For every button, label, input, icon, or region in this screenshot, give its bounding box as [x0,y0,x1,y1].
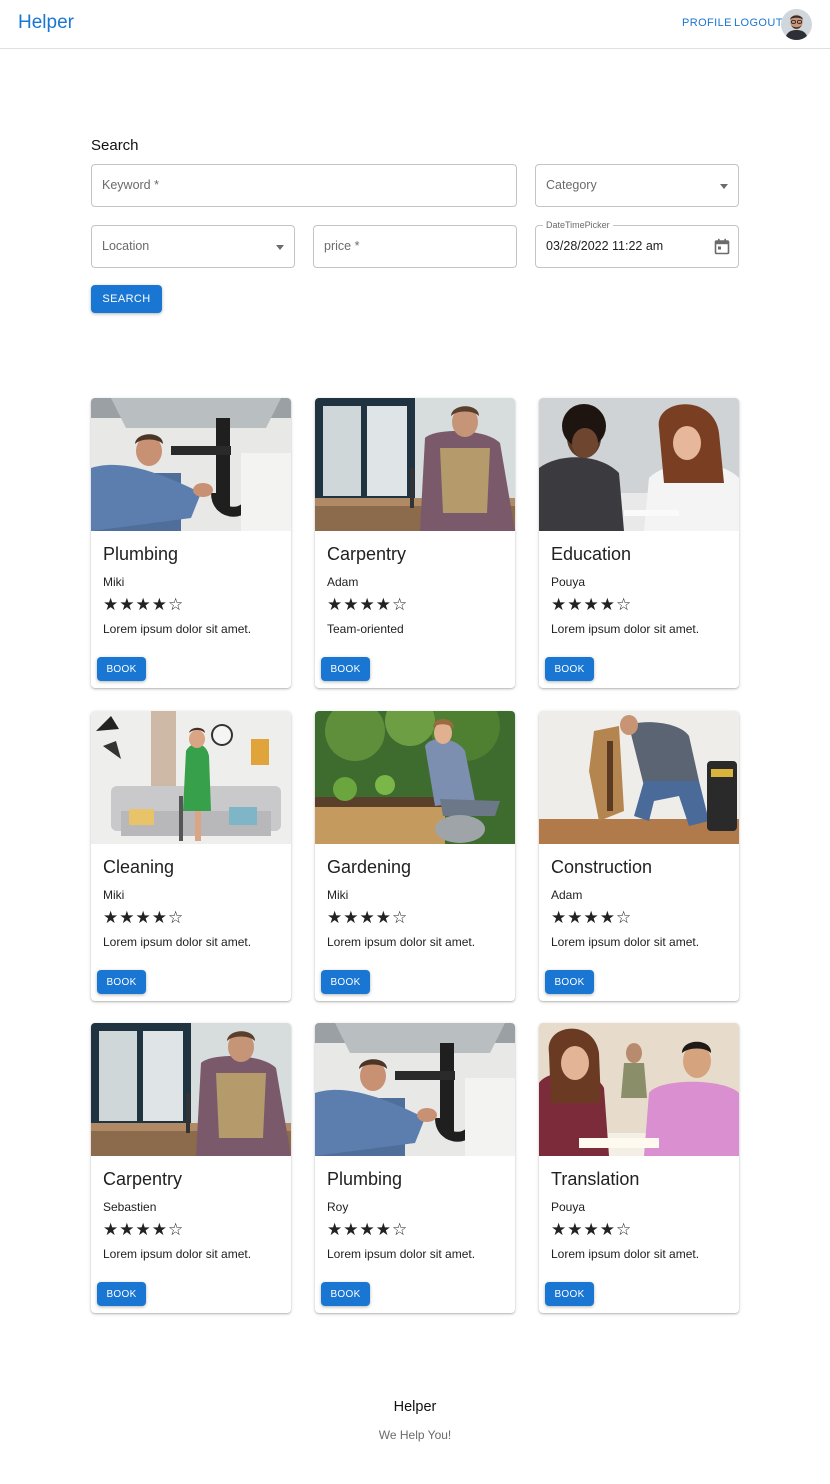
star-rating: ★★★★☆ [103,595,185,614]
gardener-photo [315,711,515,844]
carpenter-photo [91,1023,291,1156]
students-photo [539,398,739,531]
card-description: Lorem ipsum dolor sit amet. [327,935,476,949]
keyword-placeholder: Keyword * [102,178,159,192]
service-card: Construction Adam ★★★★☆ Lorem ipsum dolo… [539,711,739,1001]
service-card: Cleaning Miki ★★★★☆ Lorem ipsum dolor si… [91,711,291,1001]
location-select[interactable]: Location [91,225,295,268]
card-author: Sebastien [103,1200,157,1214]
category-placeholder: Category [546,178,597,192]
card-author: Adam [551,888,583,902]
date-time-label: DateTimePicker [543,220,613,230]
card-author: Pouya [551,1200,586,1214]
price-input[interactable]: price * [313,225,517,268]
book-button[interactable]: BOOK [545,970,594,994]
card-description: Lorem ipsum dolor sit amet. [551,1247,700,1261]
card-description: Lorem ipsum dolor sit amet. [103,1247,252,1261]
card-description: Lorem ipsum dolor sit amet. [551,935,700,949]
book-button[interactable]: BOOK [545,657,594,681]
keyword-input[interactable]: Keyword * [91,164,517,207]
translation-photo [539,1023,739,1156]
card-author: Miki [327,888,349,902]
avatar[interactable] [781,9,812,40]
card-description: Team-oriented [327,622,404,636]
card-author: Miki [103,888,125,902]
star-rating: ★★★★☆ [327,595,409,614]
star-rating: ★★★★☆ [551,1220,633,1239]
search-heading: Search [91,137,139,154]
footer-title: Helper [393,1399,437,1415]
star-rating: ★★★★☆ [551,595,633,614]
price-placeholder: price * [324,239,360,253]
book-button[interactable]: BOOK [545,1282,594,1306]
card-title: Gardening [327,857,412,877]
footer-tagline: We Help You! [378,1428,452,1442]
card-description: Lorem ipsum dolor sit amet. [327,1247,476,1261]
card-description: Lorem ipsum dolor sit amet. [551,622,700,636]
service-card: Plumbing Miki ★★★★☆ Lorem ipsum dolor si… [91,398,291,688]
card-title: Education [551,544,632,564]
chevron-down-icon [276,245,284,250]
card-title: Plumbing [327,1169,403,1189]
logout-link[interactable]: LOGOUT [734,17,783,29]
card-description: Lorem ipsum dolor sit amet. [103,622,252,636]
plumber-photo [91,398,291,531]
service-card: Plumbing Roy ★★★★☆ Lorem ipsum dolor sit… [315,1023,515,1313]
service-card: Translation Pouya ★★★★☆ Lorem ipsum dolo… [539,1023,739,1313]
plumber-photo [315,1023,515,1156]
cleaner-photo [91,711,291,844]
chevron-down-icon [720,184,728,189]
book-button[interactable]: BOOK [321,1282,370,1306]
star-rating: ★★★★☆ [551,908,633,927]
calendar-icon[interactable] [714,238,730,260]
book-button[interactable]: BOOK [97,970,146,994]
book-button[interactable]: BOOK [97,1282,146,1306]
carpenter-photo [315,398,515,531]
card-author: Adam [327,575,359,589]
card-title: Carpentry [327,544,407,564]
category-select[interactable]: Category [535,164,739,207]
card-description: Lorem ipsum dolor sit amet. [103,935,252,949]
app-bar: Helper PROFILE LOGOUT [0,0,830,49]
card-title: Carpentry [103,1169,183,1189]
card-title: Cleaning [103,857,175,877]
card-title: Translation [551,1169,640,1189]
brand-logo[interactable]: Helper [18,12,74,34]
star-rating: ★★★★☆ [103,908,185,927]
service-card: Carpentry Adam ★★★★☆ Team-oriented BOOK [315,398,515,688]
construction-photo [539,711,739,844]
service-card: Gardening Miki ★★★★☆ Lorem ipsum dolor s… [315,711,515,1001]
card-author: Miki [103,575,125,589]
search-button[interactable]: SEARCH [91,285,162,313]
book-button[interactable]: BOOK [97,657,146,681]
book-button[interactable]: BOOK [321,657,370,681]
date-time-value: 03/28/2022 11:22 am [546,239,664,253]
star-rating: ★★★★☆ [103,1220,185,1239]
card-title: Plumbing [103,544,179,564]
card-author: Roy [327,1200,349,1214]
star-rating: ★★★★☆ [327,908,409,927]
service-card: Education Pouya ★★★★☆ Lorem ipsum dolor … [539,398,739,688]
profile-link[interactable]: PROFILE [682,17,732,29]
book-button[interactable]: BOOK [321,970,370,994]
card-title: Construction [551,857,653,877]
date-time-picker[interactable]: DateTimePicker 03/28/2022 11:22 am [535,220,739,268]
service-card: Carpentry Sebastien ★★★★☆ Lorem ipsum do… [91,1023,291,1313]
star-rating: ★★★★☆ [327,1220,409,1239]
card-author: Pouya [551,575,586,589]
location-placeholder: Location [102,239,150,253]
